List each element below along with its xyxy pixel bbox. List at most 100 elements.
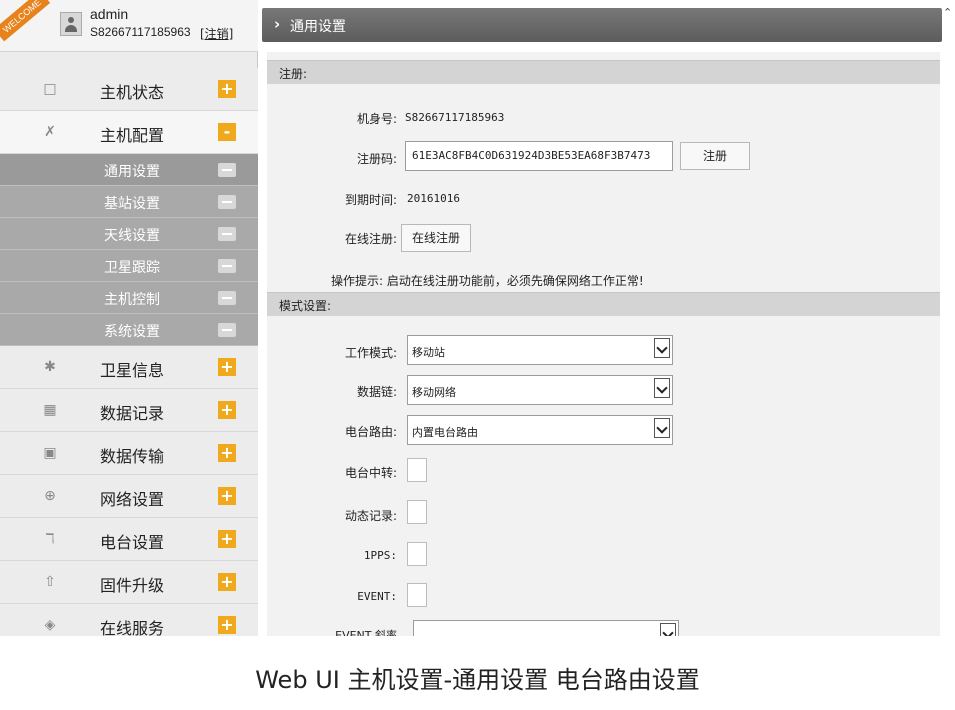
expand-plus-icon[interactable]: + — [218, 530, 236, 548]
sidebar-item-data-transfer[interactable]: ▣ 数据传输 + — [0, 432, 258, 475]
sidebar-item-data-record[interactable]: ▦ 数据记录 + — [0, 389, 258, 432]
sidebar-item-label: 电台设置 — [100, 533, 165, 552]
online-reg-label: 在线注册: — [344, 232, 397, 246]
expire-value: 20161016 — [407, 192, 460, 205]
username: admin — [90, 6, 129, 22]
section-mode: 模式设置: — [267, 292, 940, 316]
datalink-value: 移动网络 — [412, 386, 456, 399]
section-title: 注册: — [279, 67, 308, 81]
settings-panel: 注册: 机身号: S82667117185963 注册码: 61E3AC8FB4… — [267, 52, 940, 636]
expand-plus-icon[interactable]: + — [218, 487, 236, 505]
event-label: EVENT: — [357, 590, 397, 603]
submenu-item-label: 天线设置 — [104, 228, 160, 244]
chevron-down-icon — [654, 418, 670, 438]
work-mode-value: 移动站 — [412, 346, 445, 359]
section-title: 模式设置: — [279, 299, 332, 313]
sidebar-item-radio[interactable]: ℸ 电台设置 + — [0, 518, 258, 561]
work-mode-label: 工作模式: — [344, 346, 397, 360]
minus-icon — [218, 291, 236, 305]
serial-label: 机身号: — [356, 112, 397, 126]
dynamic-record-label: 动态记录: — [344, 509, 397, 523]
sidebar-menu: □ 主机状态 + ✗ 主机配置 - 通用设置 基站设置 天线设置 卫星跟踪 主机… — [0, 68, 258, 636]
submenu-item-label: 基站设置 — [104, 196, 160, 212]
expand-plus-icon[interactable]: + — [218, 401, 236, 419]
dynamic-record-checkbox[interactable] — [407, 500, 427, 524]
minus-icon — [218, 227, 236, 241]
submenu-item-label: 通用设置 — [104, 164, 160, 180]
reg-code-input[interactable]: 61E3AC8FB4C0D631924D3BE53EA68F3B7473 — [405, 141, 673, 171]
network-icon: ▣ — [43, 445, 57, 461]
logout-link[interactable]: [注销] — [200, 25, 233, 42]
submenu-item-label: 卫星跟踪 — [104, 260, 160, 276]
reg-code-label: 注册码: — [356, 152, 397, 166]
user-id: S82667117185963 — [90, 25, 191, 39]
sidebar-item-label: 在线服务 — [100, 619, 165, 636]
sidebar-item-label: 固件升级 — [100, 576, 165, 595]
event-checkbox[interactable] — [407, 583, 427, 607]
sidebar-item-label: 数据记录 — [100, 404, 165, 423]
sidebar-item-host-config[interactable]: ✗ 主机配置 - — [0, 111, 258, 154]
sidebar-item-label: 主机配置 — [100, 126, 165, 145]
globe-icon: ⊕ — [44, 488, 56, 504]
monitor-icon: □ — [43, 81, 57, 97]
submenu-item-antenna[interactable]: 天线设置 — [0, 218, 258, 250]
expand-plus-icon[interactable]: + — [218, 616, 236, 634]
expand-plus-icon[interactable]: + — [218, 444, 236, 462]
datalink-select[interactable]: 移动网络 — [407, 375, 673, 405]
chevron-down-icon — [660, 623, 676, 636]
expand-plus-icon[interactable]: + — [218, 80, 236, 98]
user-box: WELCOME admin S82667117185963 [注销] — [0, 0, 258, 52]
online-register-button[interactable]: 在线注册 — [401, 224, 471, 252]
minus-icon — [218, 195, 236, 209]
minus-icon — [218, 163, 236, 177]
chevron-down-icon — [654, 378, 670, 398]
chevron-right-icon: › — [274, 15, 281, 33]
section-register: 注册: — [267, 60, 940, 84]
pps-checkbox[interactable] — [407, 542, 427, 566]
event-slope-label: EVENT 斜率 — [335, 629, 397, 636]
sidebar-item-label: 主机状态 — [100, 83, 165, 102]
serial-value: S82667117185963 — [405, 111, 505, 124]
sidebar-item-label: 网络设置 — [100, 490, 165, 509]
sidebar-item-label: 数据传输 — [100, 447, 165, 466]
expire-label: 到期时间: — [344, 193, 397, 207]
pps-label: 1PPS: — [363, 549, 397, 562]
sidebar-item-satellite[interactable]: ✱ 卫星信息 + — [0, 346, 258, 389]
register-button[interactable]: 注册 — [680, 142, 750, 170]
antenna-icon: ℸ — [45, 531, 55, 547]
expand-plus-icon[interactable]: + — [218, 573, 236, 591]
sidebar-item-network[interactable]: ⊕ 网络设置 + — [0, 475, 258, 518]
sidebar-item-firmware[interactable]: ⇧ 固件升级 + — [0, 561, 258, 604]
radio-route-select[interactable]: 内置电台路由 — [407, 415, 673, 445]
service-icon: ◈ — [44, 617, 56, 633]
submenu-item-tracking[interactable]: 卫星跟踪 — [0, 250, 258, 282]
submenu-item-host-control[interactable]: 主机控制 — [0, 282, 258, 314]
submenu-item-label: 主机控制 — [104, 292, 160, 308]
expand-plus-icon[interactable]: + — [218, 358, 236, 376]
welcome-ribbon: WELCOME — [0, 0, 51, 42]
sidebar: WELCOME admin S82667117185963 [注销] □ 主机状… — [0, 0, 258, 636]
submenu-item-general[interactable]: 通用设置 — [0, 154, 258, 186]
minus-icon — [218, 259, 236, 273]
caption: Web UI 主机设置-通用设置 电台路由设置 — [255, 666, 700, 694]
collapse-minus-icon[interactable]: - — [218, 123, 236, 141]
sidebar-item-host-status[interactable]: □ 主机状态 + — [0, 68, 258, 111]
minus-icon — [218, 323, 236, 337]
datalink-label: 数据链: — [356, 385, 397, 399]
scroll-up-arrow[interactable]: ⌃ — [943, 6, 953, 20]
sidebar-item-online-service[interactable]: ◈ 在线服务 + — [0, 604, 258, 636]
satellite-icon: ✱ — [44, 359, 56, 375]
page-title: 通用设置 — [290, 19, 346, 35]
sidebar-item-label: 卫星信息 — [100, 361, 165, 380]
event-slope-select[interactable] — [413, 620, 679, 636]
submenu-item-system[interactable]: 系统设置 — [0, 314, 258, 346]
submenu-item-base[interactable]: 基站设置 — [0, 186, 258, 218]
work-mode-select[interactable]: 移动站 — [407, 335, 673, 365]
hint-text: 操作提示: 启动在线注册功能前，必须先确保网络工作正常! — [331, 274, 644, 288]
radio-relay-checkbox[interactable] — [407, 458, 427, 482]
chevron-down-icon — [654, 338, 670, 358]
radio-route-value: 内置电台路由 — [412, 426, 478, 439]
calendar-icon: ▦ — [43, 402, 57, 418]
submenu-item-label: 系统设置 — [104, 324, 160, 340]
web-ui-screenshot: WELCOME admin S82667117185963 [注销] □ 主机状… — [0, 0, 955, 636]
